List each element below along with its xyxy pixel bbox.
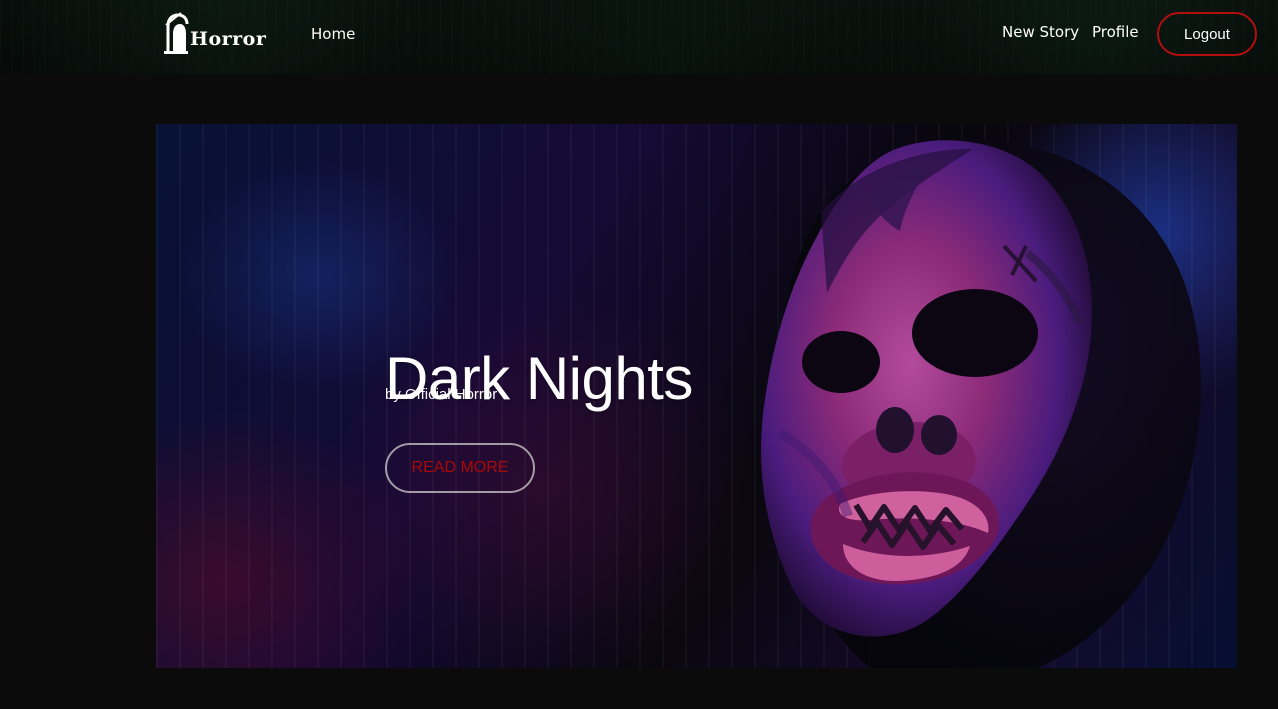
brand-name: Horror <box>190 28 267 50</box>
reaper-icon <box>164 12 189 54</box>
nav-home-link[interactable]: Home <box>311 25 355 43</box>
nav-profile-link[interactable]: Profile <box>1092 23 1139 41</box>
story-author: by Official Horror <box>385 386 498 403</box>
featured-story-hero: Dark Nights by Official Horror READ MORE <box>156 124 1237 668</box>
brand-logo[interactable]: Horror <box>163 12 285 56</box>
logout-button[interactable]: Logout <box>1157 12 1257 56</box>
read-more-button[interactable]: READ MORE <box>385 443 535 493</box>
top-navigation-bar: Horror Home New Story Profile Logout <box>0 0 1278 74</box>
masked-figure-image <box>761 140 1201 668</box>
nav-new-story-link[interactable]: New Story <box>1002 23 1079 41</box>
